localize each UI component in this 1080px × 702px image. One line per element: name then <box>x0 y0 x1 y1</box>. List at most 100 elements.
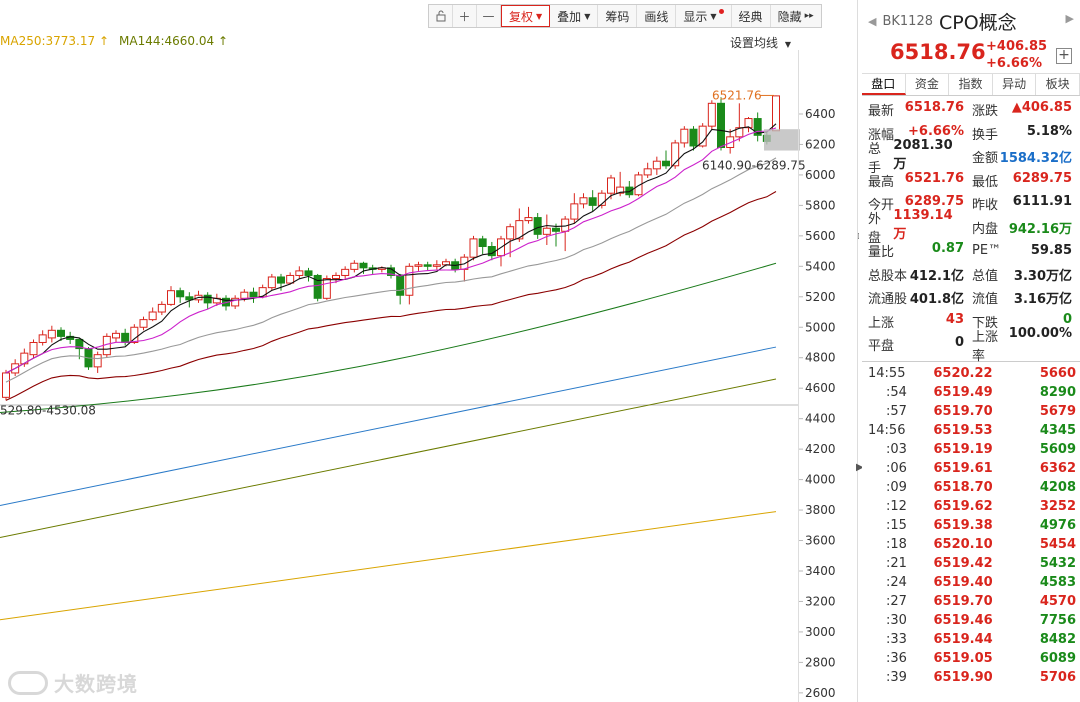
tick-time: 14:56 <box>868 422 906 438</box>
candle-body <box>533 217 542 235</box>
tick-list[interactable]: 14:55 6520.22 5660:54 6519.49 8290:57 6519.70… <box>862 362 1080 687</box>
tick-row: :18 6520.10 5454 <box>868 535 1076 554</box>
tick-row: :57 6519.70 5679 <box>868 402 1076 421</box>
y-tick-label: 4600 <box>805 381 836 395</box>
candle-body <box>29 341 38 356</box>
y-tick-label: 2800 <box>805 655 836 669</box>
zoom-in-icon[interactable]: ＋ <box>453 5 477 27</box>
watermark: 大数跨境 <box>8 668 138 697</box>
candle-body <box>176 290 185 298</box>
info-label: 总股本 <box>868 268 908 284</box>
tick-price: 6519.05 <box>933 650 993 666</box>
tick-price: 6520.10 <box>933 536 993 552</box>
toolbar-button-2[interactable]: 筹码 <box>598 5 638 27</box>
y-tick-label: 5200 <box>805 290 836 304</box>
info-value: 942.16万 <box>1008 221 1072 237</box>
change-percent: +6.66% <box>986 56 1042 71</box>
panel-resize-handle[interactable]: ⁞ <box>857 232 860 242</box>
candle-body <box>652 160 661 170</box>
tick-row: :09 6518.70 4208 <box>868 478 1076 497</box>
watermark-text: 大数跨境 <box>54 672 138 696</box>
tick-volume: 4208 <box>1039 479 1076 495</box>
info-label: 总值 <box>972 268 999 284</box>
add-watchlist-button[interactable]: + <box>1056 48 1072 64</box>
tab-1[interactable]: 资金 <box>906 74 950 95</box>
info-cell: 涨跌 ▲406.85 <box>972 100 1076 119</box>
candle-body <box>405 265 414 296</box>
toolbar-button-label: 复权 <box>509 9 534 24</box>
info-cell: 换手 5.18% <box>972 124 1076 143</box>
tab-2[interactable]: 指数 <box>949 74 993 95</box>
tick-volume: 4570 <box>1039 593 1076 609</box>
tick-time: :54 <box>886 384 907 400</box>
candle-body <box>157 303 166 313</box>
set-ma-button[interactable]: 设置均线 ▼ <box>730 34 791 51</box>
tick-price: 6519.49 <box>933 384 993 400</box>
next-stock-icon[interactable]: ▶ <box>1066 12 1074 25</box>
candle-body <box>286 274 295 284</box>
candle-body <box>2 372 10 398</box>
info-row: 量比 0.87 PE™ 59.85 <box>868 239 1076 263</box>
info-label: 最低 <box>972 174 999 190</box>
toolbar-button-1[interactable]: 叠加 ▼ <box>550 5 599 27</box>
tick-time: :24 <box>886 574 907 590</box>
candle-body <box>258 287 267 298</box>
tab-3[interactable]: 异动 <box>993 74 1037 95</box>
candle-body <box>524 217 533 222</box>
tick-volume: 6089 <box>1039 650 1076 666</box>
last-price: 6518.76 <box>890 40 986 64</box>
tick-price: 6519.90 <box>933 669 993 685</box>
tick-price: 6519.70 <box>933 593 993 609</box>
tab-0[interactable]: 盘口 <box>862 74 906 95</box>
candlestick-chart[interactable]: 6400 6200 6000 5800 5600 5400 5200 5000 4800 4600… <box>0 50 858 702</box>
tick-price: 6519.46 <box>933 612 993 628</box>
candle-body <box>167 290 175 305</box>
candle-body <box>643 168 652 176</box>
tick-row: :39 6519.90 5706 <box>868 668 1076 687</box>
tick-row: :15 6519.38 4976 <box>868 516 1076 535</box>
ma250-line <box>0 511 777 621</box>
tab-4[interactable]: 板块 <box>1036 74 1080 95</box>
tick-row: :33 6519.44 8482 <box>868 630 1076 649</box>
info-value: 43 <box>945 311 964 327</box>
app-window: ＋ — 复权 ▼ 叠加 ▼ 筹码 画线 显示 ▼ 经典 隐藏 ▸▸ MA250:3773.17 ↑ … <box>0 0 1080 702</box>
candle-body <box>662 160 670 167</box>
tick-price: 6518.70 <box>933 479 993 495</box>
tick-price: 6519.61 <box>933 460 993 476</box>
candle-body <box>332 274 340 280</box>
info-label: PE™ <box>972 243 1002 259</box>
tick-row: :27 6519.70 4570 <box>868 592 1076 611</box>
toolbar-button-5[interactable]: 经典 <box>732 5 771 27</box>
toolbar-button-3[interactable]: 画线 <box>637 5 677 27</box>
toolbar-button-6[interactable]: 隐藏 ▸▸ <box>771 5 821 27</box>
prev-stock-icon[interactable]: ◀ <box>868 15 876 28</box>
info-value: ▲406.85 <box>1011 100 1072 116</box>
candle-body <box>93 354 102 368</box>
tick-volume: 4583 <box>1039 574 1076 590</box>
lock-icon[interactable] <box>429 5 453 27</box>
info-label: 流通股 <box>868 292 908 308</box>
tick-price: 6520.22 <box>933 365 993 381</box>
info-cell: 最新 6518.76 <box>868 100 972 119</box>
y-tick-label: 6400 <box>805 107 836 121</box>
kline-chart-pane[interactable]: ＋ — 复权 ▼ 叠加 ▼ 筹码 画线 显示 ▼ 经典 隐藏 ▸▸ MA250:3773.17 ↑ … <box>0 0 864 702</box>
info-row: 最新 6518.76 涨跌 ▲406.85 <box>868 98 1076 122</box>
zoom-out-icon[interactable]: — <box>477 5 501 27</box>
y-tick-label: 4400 <box>805 412 836 426</box>
axis-separator <box>798 50 799 702</box>
candle-body <box>277 276 285 284</box>
info-value: 1584.32亿 <box>999 151 1072 167</box>
tick-time: :36 <box>886 650 907 666</box>
info-value: 100.00% <box>1008 325 1072 341</box>
info-value: 6111.91 <box>1012 194 1072 210</box>
tick-volume: 7756 <box>1039 612 1076 628</box>
price-change: +406.85 +6.66% <box>986 38 1047 72</box>
info-label: 最新 <box>868 104 895 120</box>
tick-time: :15 <box>886 517 907 533</box>
info-label: 金额 <box>972 151 999 167</box>
toolbar-button-4[interactable]: 显示 ▼ <box>676 5 732 27</box>
toolbar-button-0[interactable]: 复权 ▼ <box>501 5 551 27</box>
tick-time: :09 <box>886 479 907 495</box>
info-value: 412.1亿 <box>909 268 964 284</box>
info-value: 0 <box>954 335 964 351</box>
